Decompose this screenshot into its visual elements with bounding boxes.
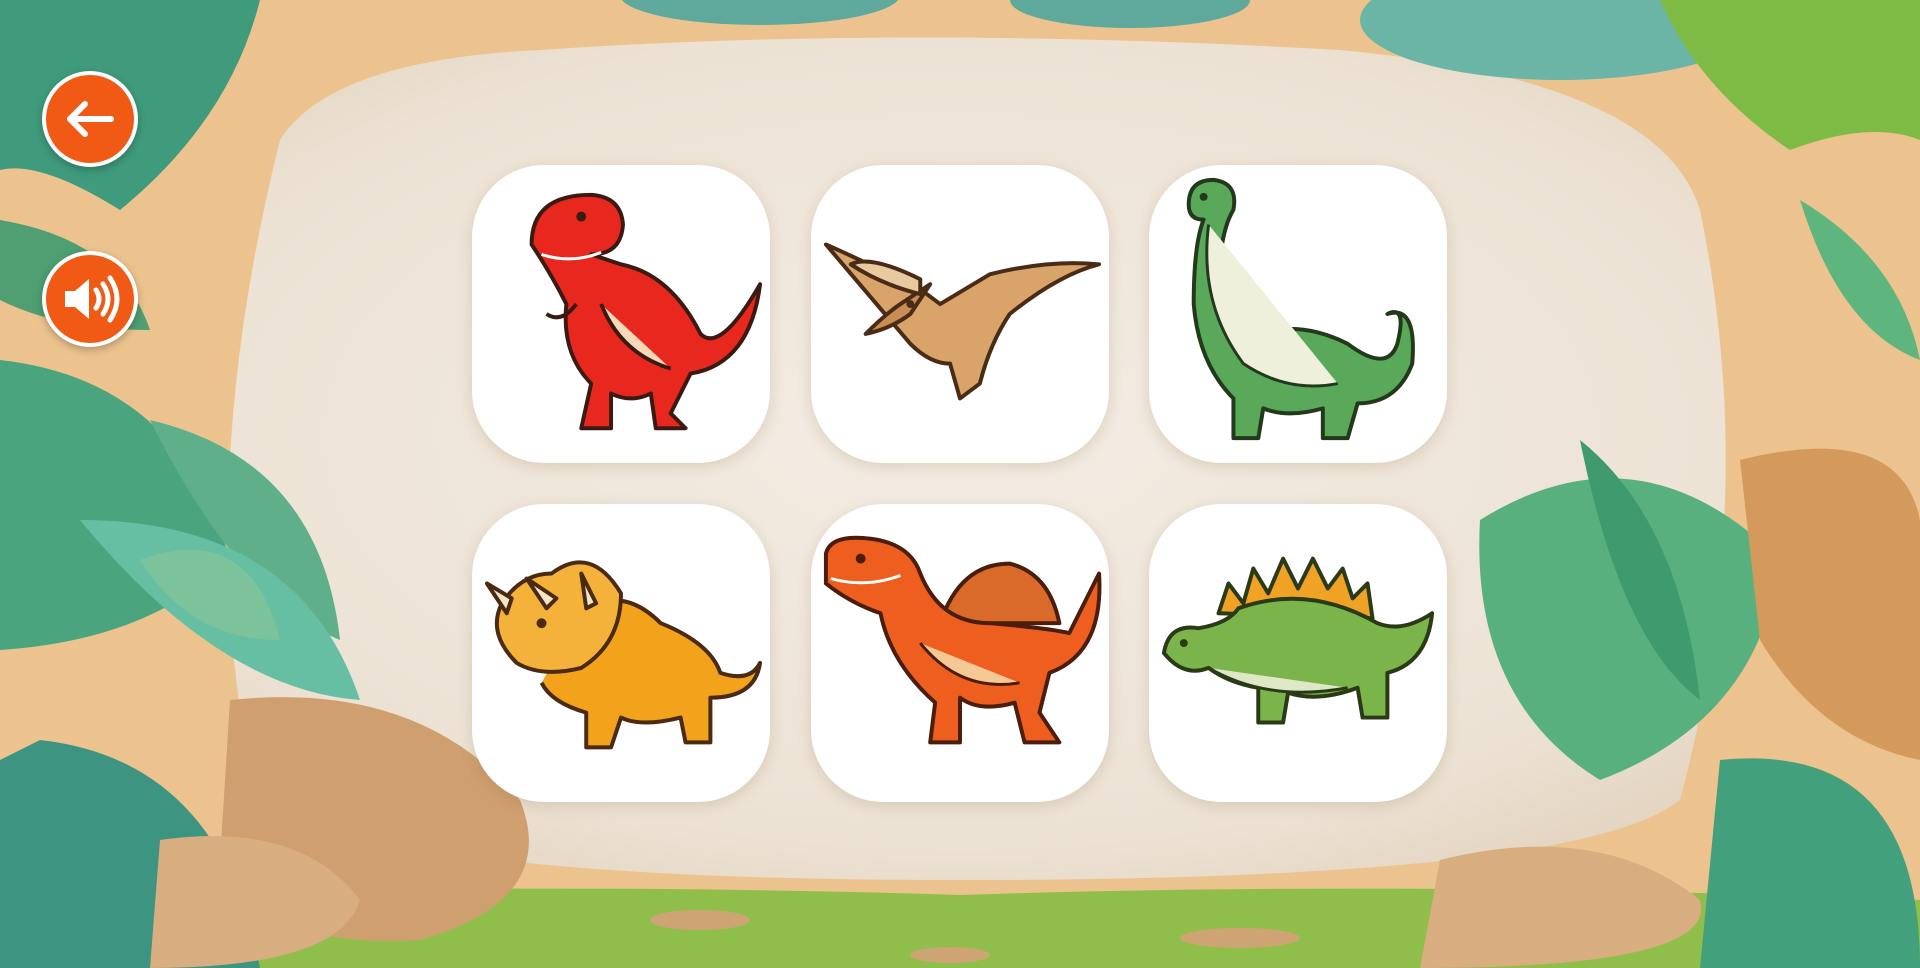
card-pterodactyl[interactable] [811,165,1109,463]
stegosaurus-icon [1161,556,1435,725]
speaker-volume-icon [65,275,120,323]
card-t-rex[interactable] [472,165,770,463]
back-button[interactable] [42,71,138,167]
arrow-left-icon [67,101,114,137]
jungle-cave-background [0,0,1920,968]
triceratops-icon [484,560,763,750]
sound-button[interactable] [42,251,138,347]
brachiosaurus-icon [1186,177,1415,441]
card-stegosaurus[interactable] [1149,504,1447,802]
t-rex-icon [529,192,763,431]
pterodactyl-icon [823,242,1102,401]
card-spinosaurus[interactable] [811,504,1109,802]
card-triceratops[interactable] [472,504,770,802]
spinosaurus-icon [823,535,1102,745]
card-brachiosaurus[interactable] [1149,165,1447,463]
